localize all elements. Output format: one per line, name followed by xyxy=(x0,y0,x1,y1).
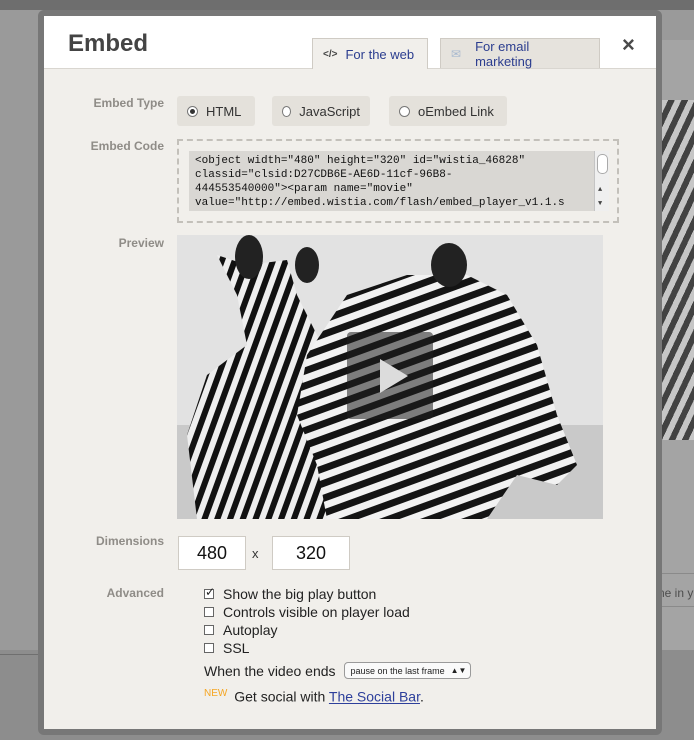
code-scrollbar[interactable]: ▲ ▼ xyxy=(594,151,609,211)
code-line: 444553540000"><param name="movie" xyxy=(195,183,413,195)
checkbox-checked-icon[interactable] xyxy=(204,585,215,599)
radio-html[interactable]: HTML xyxy=(177,96,255,126)
close-button[interactable]: × xyxy=(622,32,635,58)
radio-oembed-link[interactable]: oEmbed Link xyxy=(389,96,507,126)
embed-code-box: <object width="480" height="320" id="wis… xyxy=(177,139,619,223)
tab-for-email-marketing[interactable]: ✉ For email marketing xyxy=(440,38,600,69)
tab-for-the-web[interactable]: </> For the web xyxy=(312,38,428,69)
embed-type-label: Embed Type xyxy=(93,96,164,110)
video-end-row: When the video ends pause on the last fr… xyxy=(204,662,472,679)
social-bar-link[interactable]: The Social Bar xyxy=(329,689,420,705)
play-button[interactable] xyxy=(347,332,433,419)
dimension-separator: x xyxy=(252,546,259,561)
social-bar-promo: NEW Get social with The Social Bar. xyxy=(204,688,424,705)
tab-label: For email marketing xyxy=(475,38,533,69)
height-input[interactable]: 320 xyxy=(272,536,350,570)
radio-unselected-icon[interactable] xyxy=(399,105,410,117)
modal-title: Embed xyxy=(68,30,149,57)
embed-code-textarea[interactable]: <object width="480" height="320" id="wis… xyxy=(189,151,609,211)
embed-code-label: Embed Code xyxy=(90,139,164,153)
advanced-label: Advanced xyxy=(106,586,164,600)
checkbox-icon[interactable] xyxy=(204,643,214,653)
option-label: Controls visible on player load xyxy=(223,604,410,620)
preview-label: Preview xyxy=(118,236,164,250)
option-ssl[interactable]: SSL xyxy=(204,640,249,656)
option-label: SSL xyxy=(223,640,250,656)
select-value: pause on the last frame xyxy=(350,665,445,676)
social-text: Get social with xyxy=(234,688,326,705)
radio-selected-icon[interactable] xyxy=(187,105,198,117)
checkbox-icon[interactable] xyxy=(204,607,214,617)
option-label: Show the big play button xyxy=(223,586,377,602)
scroll-up-arrow-icon[interactable]: ▲ xyxy=(598,183,602,197)
play-icon xyxy=(380,359,408,393)
option-label: Autoplay xyxy=(223,622,278,638)
background-partial-text: ne in y xyxy=(658,586,694,600)
background-top-bar xyxy=(0,0,694,10)
video-end-label: When the video ends xyxy=(204,662,336,679)
option-autoplay[interactable]: Autoplay xyxy=(204,622,277,638)
embed-modal: Embed </> For the web ✉ For email market… xyxy=(44,16,656,729)
scroll-down-arrow-icon[interactable]: ▼ xyxy=(598,197,602,211)
option-controls-visible[interactable]: Controls visible on player load xyxy=(204,604,410,620)
video-preview[interactable] xyxy=(177,235,603,519)
select-arrows-icon: ▲▼ xyxy=(450,666,467,675)
code-icon: </> xyxy=(323,48,338,60)
code-line: <object width="480" height="320" id="wis… xyxy=(195,155,526,167)
envelope-icon: ✉ xyxy=(451,46,462,61)
code-line: classid="clsid:D27CDB6E-AE6D-11cf-96B8- xyxy=(195,169,453,181)
video-end-select[interactable]: pause on the last frame ▲▼ xyxy=(343,662,472,679)
scroll-thumb[interactable] xyxy=(597,154,608,174)
radio-javascript[interactable]: JavaScript xyxy=(272,96,370,126)
code-line: value="http://embed.wistia.com/flash/emb… xyxy=(195,197,565,209)
social-period: . xyxy=(419,688,424,705)
modal-header: Embed </> For the web ✉ For email market… xyxy=(44,16,656,69)
new-badge: NEW xyxy=(204,688,228,699)
tab-label: For the web xyxy=(345,46,415,62)
background-divider xyxy=(0,654,40,655)
option-show-big-play-button[interactable]: Show the big play button xyxy=(204,585,377,602)
radio-label: JavaScript xyxy=(299,103,360,119)
dimensions-label: Dimensions xyxy=(95,534,164,548)
radio-unselected-icon[interactable] xyxy=(282,105,292,117)
checkbox-icon[interactable] xyxy=(204,625,214,635)
radio-label: HTML xyxy=(206,103,242,119)
radio-label: oEmbed Link xyxy=(418,103,494,119)
width-input[interactable]: 480 xyxy=(178,536,246,570)
